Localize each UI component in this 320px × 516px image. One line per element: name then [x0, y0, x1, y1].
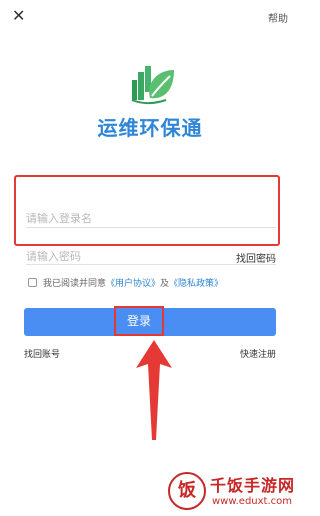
password-input[interactable]: [26, 242, 216, 270]
login-button-label[interactable]: 登录: [114, 306, 164, 336]
agreement-prefix: 我已阅读并同意: [43, 279, 107, 289]
close-icon[interactable]: ✕: [12, 6, 25, 26]
agreement-row: 我已阅读并同意 《用户协议》 及 《隐私政策》: [28, 276, 223, 289]
forgot-password-link[interactable]: 找回密码: [236, 250, 276, 265]
privacy-policy-link[interactable]: 《隐私政策》: [169, 276, 223, 289]
agreement-checkbox[interactable]: [28, 278, 37, 287]
watermark: 饭 千饭手游网 www.eduxt.com: [168, 470, 298, 514]
watermark-url: www.eduxt.com: [212, 496, 293, 507]
quick-register-link[interactable]: 快速注册: [240, 347, 276, 360]
red-arrow-annotation: [136, 340, 172, 440]
username-underline: [26, 227, 276, 228]
watermark-logo: 饭: [168, 472, 206, 510]
help-link[interactable]: 帮助: [268, 10, 288, 25]
agreement-conjunction: 及: [160, 279, 170, 289]
user-agreement-link[interactable]: 《用户协议》: [106, 276, 160, 289]
find-account-link[interactable]: 找回账号: [24, 347, 60, 360]
watermark-title: 千饭手游网: [210, 476, 296, 495]
app-title: 运维环保通: [97, 116, 203, 140]
leaf-city-logo: [131, 66, 174, 104]
